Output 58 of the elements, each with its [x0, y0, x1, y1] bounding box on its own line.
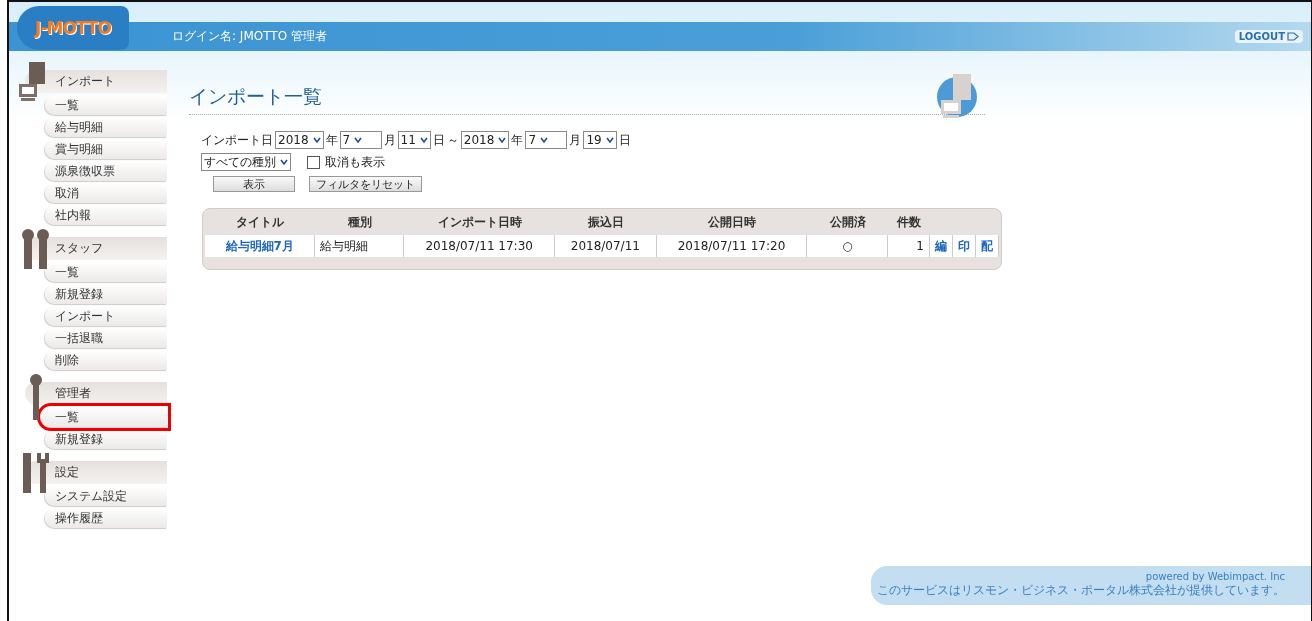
column-header: 振込日	[586, 213, 625, 231]
sidebar-item[interactable]: 源泉徴収票	[45, 161, 167, 181]
column-header: タイトル	[235, 213, 286, 231]
sidebar-item[interactable]: 新規登録	[45, 284, 167, 304]
dropdown[interactable]: 19	[583, 131, 617, 149]
sidebar-item[interactable]: 一覧	[45, 95, 167, 115]
date-unit: 年	[511, 131, 524, 149]
chevron-down-icon	[419, 136, 428, 144]
exit-arrow-icon	[1287, 32, 1299, 41]
service-notice: このサービスはリスモン・ビジネス・ポータル株式会社が提供しています。	[877, 582, 1285, 599]
chevron-down-icon	[540, 136, 548, 144]
checkbox[interactable]	[307, 155, 320, 169]
dropdown[interactable]: 7	[525, 131, 568, 149]
chevron-down-icon	[312, 136, 321, 144]
sidebar-item[interactable]: 一括退職	[45, 328, 167, 348]
chevron-down-icon	[354, 136, 363, 144]
dropdown[interactable]: 2018	[275, 131, 324, 149]
logout-link[interactable]: LOGOUT	[1234, 30, 1303, 43]
table-cell: 2018/07/11 17:20	[656, 235, 808, 257]
sidebar-item[interactable]: 削除	[45, 350, 167, 370]
dropdown[interactable]: すべての種別	[201, 153, 291, 171]
sidebar-item[interactable]: インポート	[45, 306, 167, 326]
dropdown[interactable]: 11	[397, 131, 431, 149]
checkbox-label: 取消も表示	[325, 153, 385, 171]
column-header: 種別	[346, 213, 373, 231]
table-cell: 2018/07/11	[555, 235, 657, 257]
show-button[interactable]: 表示	[213, 176, 295, 192]
chevron-down-icon	[498, 136, 507, 144]
table-cell: 給与明細	[315, 235, 405, 257]
table-cell: ○	[807, 235, 889, 257]
column-header: 公開済	[828, 213, 867, 231]
filter-label: インポート日	[201, 131, 273, 149]
powered-by-text: powered by Webimpact. Inc	[1145, 571, 1285, 582]
sidebar-item[interactable]: 賞与明細	[45, 139, 167, 159]
date-unit: 日	[432, 131, 445, 149]
range-separator: ～	[446, 131, 459, 149]
login-name: ログイン名: JMOTTO 管理者	[172, 28, 327, 45]
sidebar-item[interactable]: 社内報	[45, 205, 167, 225]
sidebar-item[interactable]: 給与明細	[45, 117, 167, 137]
column-header: 件数	[896, 213, 923, 231]
sidebar-item[interactable]: 新規登録	[45, 429, 167, 449]
dropdown[interactable]: 2018	[460, 131, 510, 149]
date-unit: 日	[618, 131, 631, 149]
chevron-down-icon	[280, 158, 288, 166]
sidebar-item[interactable]: システム設定	[45, 486, 167, 506]
date-unit: 月	[383, 131, 396, 149]
column-header: 公開日時	[707, 213, 757, 231]
sidebar-item[interactable]: 操作履歴	[45, 508, 167, 528]
table-cell: 1	[888, 235, 930, 257]
date-unit: 月	[569, 131, 582, 149]
chevron-down-icon	[605, 136, 614, 144]
sidebar-item[interactable]: 取消	[45, 183, 167, 203]
reset-filter-button[interactable]: フィルタをリセット	[309, 176, 422, 192]
dropdown[interactable]: 7	[339, 131, 382, 149]
date-unit: 年	[325, 131, 338, 149]
sidebar-item[interactable]: 一覧	[45, 262, 167, 282]
column-header: インポート日時	[436, 213, 523, 231]
table-cell: 2018/07/11 17:30	[404, 235, 556, 257]
